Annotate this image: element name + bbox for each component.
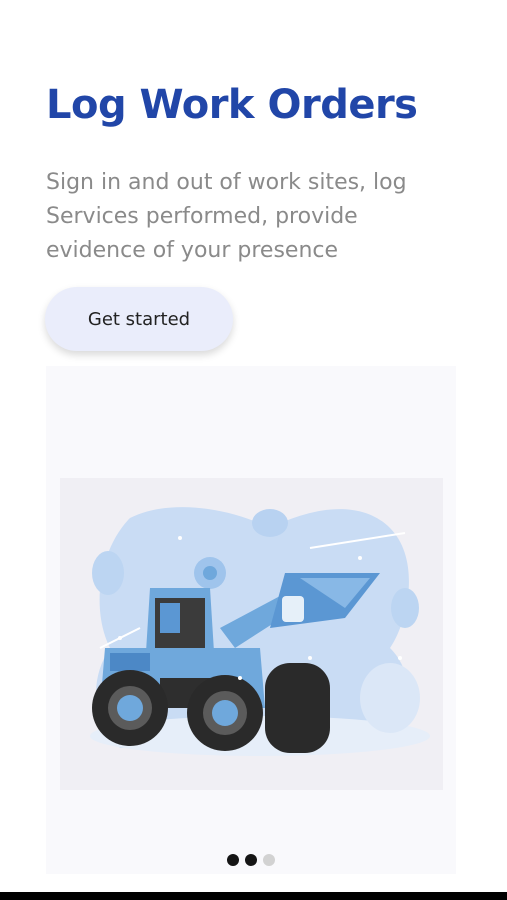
get-started-button[interactable]: Get started [45, 287, 233, 351]
page-dot[interactable] [227, 854, 239, 866]
page-title: Log Work Orders [46, 82, 418, 128]
wheel-loader-illustration [60, 478, 443, 790]
page-indicator [227, 853, 275, 867]
system-nav-bar [0, 892, 507, 900]
page-description: Sign in and out of work sites, log Servi… [46, 170, 407, 263]
page-dot[interactable] [245, 854, 257, 866]
page-dot[interactable] [263, 854, 275, 866]
